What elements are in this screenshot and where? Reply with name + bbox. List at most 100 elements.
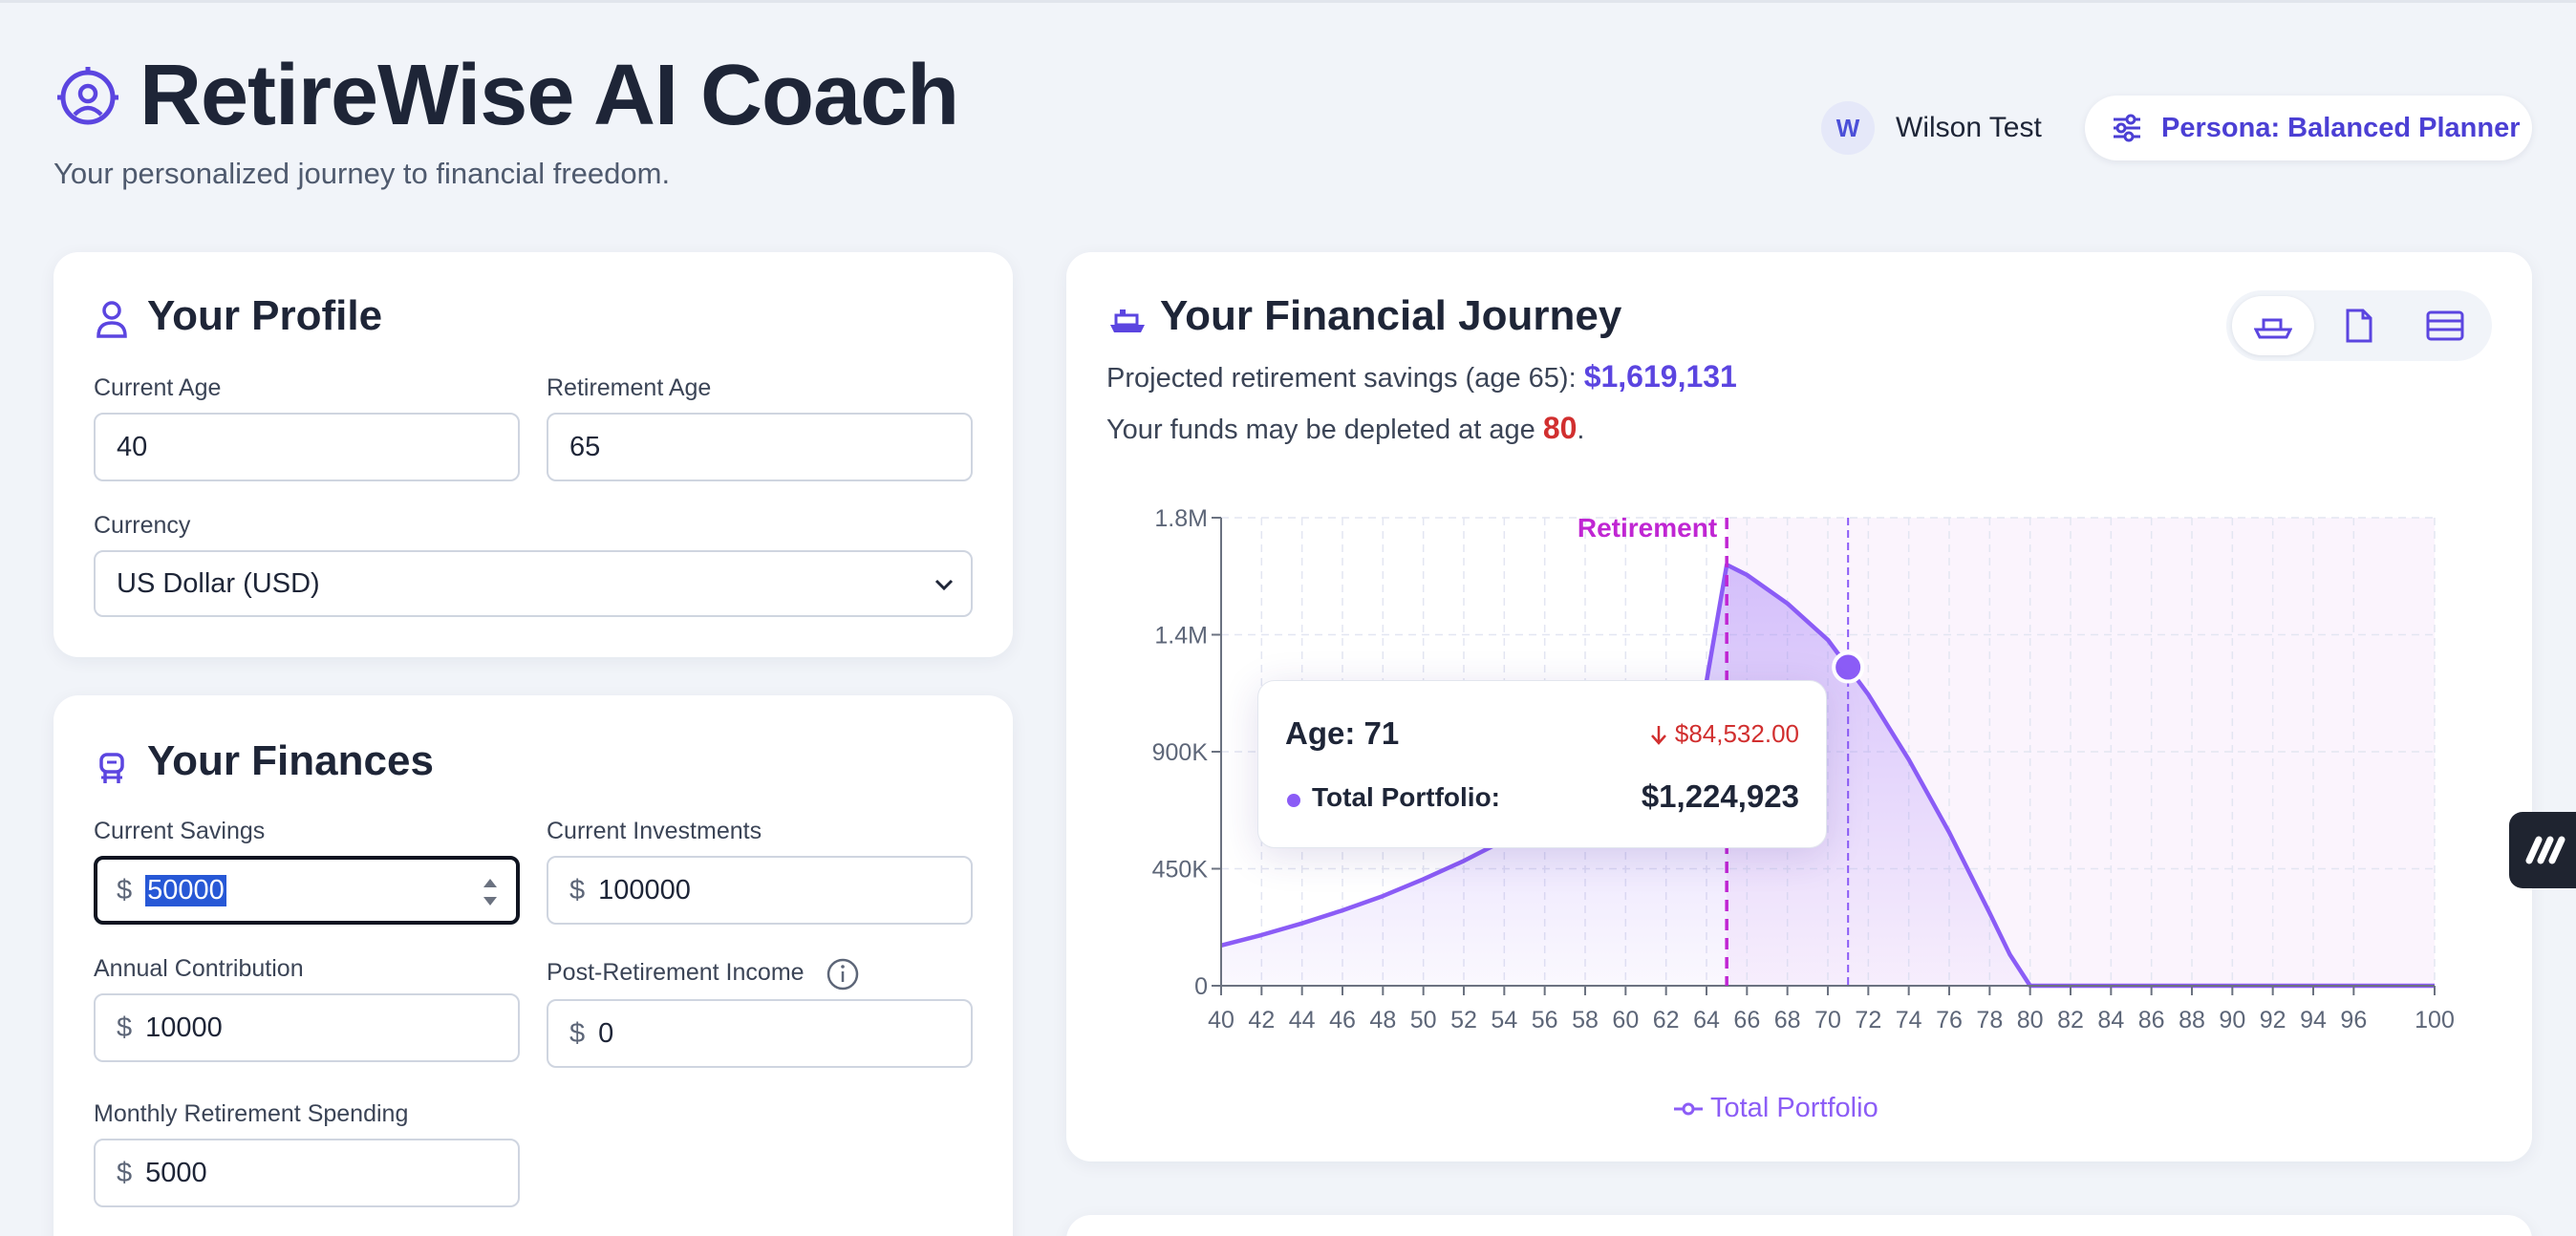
ship-icon: [1110, 309, 1145, 332]
x-tick-label: 76: [1936, 1007, 1963, 1034]
finances-card: Your Finances Current Savings $ 50000 Cu…: [54, 695, 1013, 1236]
side-widget-tab[interactable]: [2509, 812, 2576, 888]
y-tick-label: 0: [1194, 973, 1208, 1000]
view-chart-button[interactable]: [2232, 296, 2314, 355]
number-stepper-icon[interactable]: [482, 873, 499, 911]
legend-line-icon: [1674, 1102, 1703, 1115]
document-icon: [2346, 309, 2372, 343]
projected-savings: Projected retirement savings (age 65): $…: [1106, 359, 1737, 394]
depleted-prefix: Your funds may be depleted at age: [1106, 415, 1543, 445]
current-age-value: 40: [117, 431, 148, 462]
tooltip-delta-value: $84,532.00: [1674, 719, 1799, 748]
x-tick-label: 100: [2415, 1007, 2455, 1034]
x-tick-label: 64: [1693, 1007, 1720, 1034]
x-tick-label: 66: [1733, 1007, 1760, 1034]
app-subtitle: Your personalized journey to financial f…: [54, 157, 671, 190]
x-tick-label: 56: [1532, 1007, 1558, 1034]
chart-legend[interactable]: Total Portfolio: [1674, 1093, 1878, 1124]
table-icon: [2426, 310, 2464, 341]
current-age-input[interactable]: 40: [94, 413, 520, 481]
retirement-age-value: 65: [569, 431, 601, 462]
x-tick-label: 48: [1369, 1007, 1396, 1034]
profile-card: Your Profile Current Age 40 Retirement A…: [54, 252, 1013, 657]
x-tick-label: 72: [1855, 1007, 1881, 1034]
chart-tooltip: Age: 71 $84,532.00 Total Portfolio: $1,2…: [1257, 680, 1827, 848]
piggy-bank-icon: [99, 753, 124, 783]
x-tick-label: 86: [2138, 1007, 2165, 1034]
currency-symbol: $: [569, 1017, 586, 1049]
post-retirement-income-input[interactable]: $ 0: [547, 999, 973, 1068]
monthly-spending-input[interactable]: $ 5000: [94, 1139, 520, 1207]
avatar: W: [1821, 101, 1875, 155]
x-tick-label: 46: [1329, 1007, 1356, 1034]
chart-view-toggle: [2226, 290, 2492, 361]
next-card: [1066, 1215, 2532, 1236]
x-tick-label: 74: [1896, 1007, 1922, 1034]
x-tick-label: 54: [1491, 1007, 1517, 1034]
monthly-spending-label: Monthly Retirement Spending: [94, 1100, 409, 1127]
depleted-age: 80: [1542, 411, 1578, 445]
tooltip-delta: $84,532.00: [1650, 719, 1799, 749]
user-icon: [97, 301, 127, 338]
x-tick-label: 42: [1248, 1007, 1275, 1034]
annual-contribution-input[interactable]: $ 10000: [94, 993, 520, 1062]
annual-contribution-value: 10000: [145, 1012, 223, 1043]
x-tick-label: 82: [2057, 1007, 2084, 1034]
tooltip-series-dot: [1287, 794, 1300, 807]
y-tick-label: 900K: [1152, 739, 1209, 766]
current-age-label: Current Age: [94, 374, 222, 401]
app-title: RetireWise AI Coach: [140, 48, 959, 143]
chevron-down-icon: [934, 579, 954, 591]
retirement-age-label: Retirement Age: [547, 374, 712, 401]
user-name: Wilson Test: [1896, 112, 2042, 143]
tooltip-age: Age: 71: [1285, 715, 1400, 751]
info-icon[interactable]: [826, 957, 860, 991]
current-investments-input[interactable]: $ 100000: [547, 856, 973, 925]
currency-select[interactable]: US Dollar (USD): [94, 550, 973, 617]
x-tick-label: 92: [2260, 1007, 2286, 1034]
x-tick-label: 44: [1289, 1007, 1316, 1034]
x-tick-label: 88: [2179, 1007, 2205, 1034]
tooltip-series: Total Portfolio:: [1312, 782, 1500, 812]
current-savings-input[interactable]: $ 50000: [94, 856, 520, 925]
legend-label: Total Portfolio: [1710, 1093, 1878, 1123]
top-border: [0, 0, 2576, 3]
currency-symbol: $: [117, 1157, 133, 1188]
ship-icon: [2254, 318, 2292, 339]
currency-label: Currency: [94, 512, 191, 539]
x-tick-label: 50: [1410, 1007, 1437, 1034]
currency-symbol: $: [117, 874, 133, 906]
arrow-down-icon: [1650, 725, 1666, 745]
retirement-marker-label: Retirement: [1578, 513, 1717, 543]
persona-button[interactable]: Persona: Balanced Planner: [2085, 96, 2532, 160]
monthly-spending-value: 5000: [145, 1157, 207, 1188]
annual-contribution-label: Annual Contribution: [94, 955, 304, 982]
persona-label: Persona: Balanced Planner: [2161, 112, 2521, 143]
projected-value: $1,619,131: [1583, 359, 1737, 394]
current-savings-label: Current Savings: [94, 818, 266, 844]
post-retirement-income-label: Post-Retirement Income: [547, 959, 805, 986]
user-menu[interactable]: W Wilson Test: [1821, 99, 2042, 157]
projected-prefix: Projected retirement savings (age 65):: [1106, 363, 1584, 394]
post-retirement-income-value: 0: [598, 1017, 614, 1049]
finances-title: Your Finances: [147, 737, 434, 784]
x-tick-label: 94: [2300, 1007, 2327, 1034]
x-tick-label: 84: [2097, 1007, 2124, 1034]
x-tick-label: 78: [1976, 1007, 2003, 1034]
depleted-suffix: .: [1577, 415, 1585, 445]
y-tick-label: 1.8M: [1154, 505, 1208, 532]
current-investments-value: 100000: [598, 874, 691, 906]
current-savings-value: 50000: [145, 874, 226, 906]
hover-point: [1832, 650, 1865, 684]
currency-symbol: $: [569, 874, 586, 906]
retirement-age-input[interactable]: 65: [547, 413, 973, 481]
logo-icon: [2525, 836, 2565, 864]
currency-symbol: $: [117, 1012, 133, 1043]
x-tick-label: 62: [1653, 1007, 1680, 1034]
current-investments-label: Current Investments: [547, 818, 762, 844]
x-tick-label: 80: [2017, 1007, 2044, 1034]
view-table-button[interactable]: [2404, 296, 2486, 355]
view-report-button[interactable]: [2318, 296, 2400, 355]
profile-title: Your Profile: [147, 292, 383, 339]
target-icon: [57, 67, 118, 125]
